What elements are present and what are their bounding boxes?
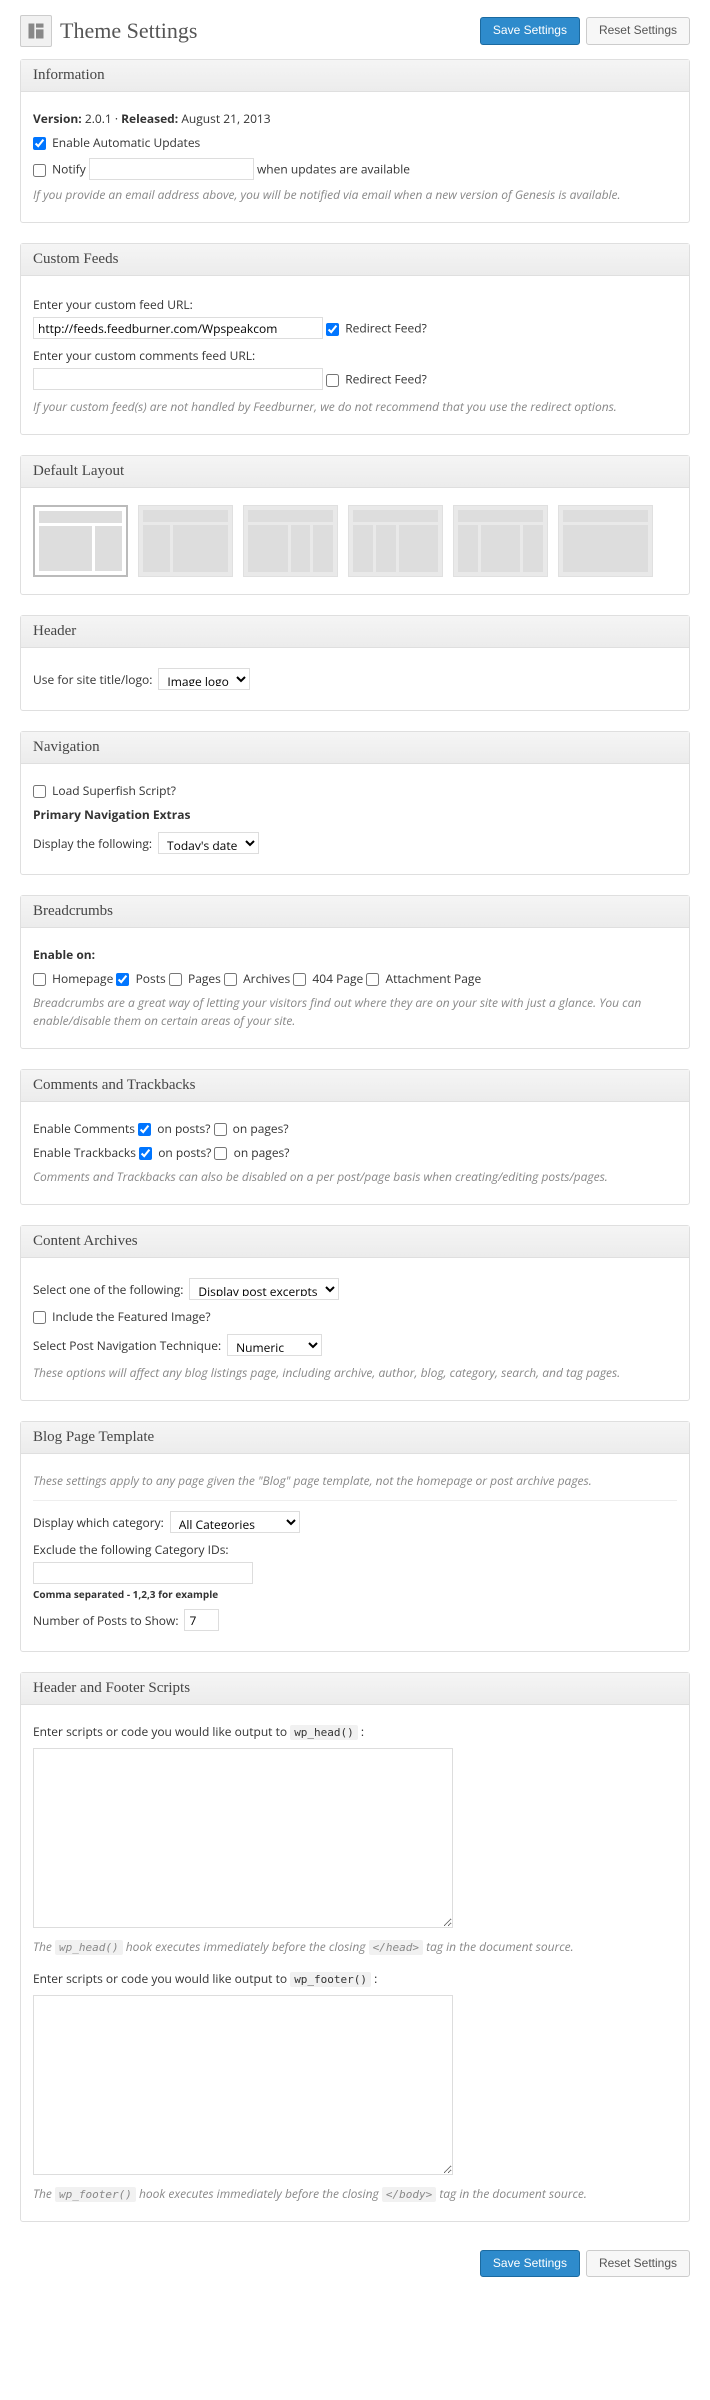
box-title: Custom Feeds <box>21 244 689 276</box>
reset-button[interactable]: Reset Settings <box>586 17 690 44</box>
wp-head-label: Enter scripts or code you would like out… <box>33 1723 677 1742</box>
trackbacks-pages-checkbox[interactable] <box>214 1147 227 1160</box>
bc-posts-checkbox[interactable] <box>116 973 129 986</box>
header-box: Header Use for site title/logo: Image lo… <box>20 615 690 711</box>
archives-display-select[interactable]: Display post excerpts <box>189 1278 339 1300</box>
wp-footer-description: The wp_footer() hook executes immediatel… <box>33 2185 677 2204</box>
navigation-box: Navigation Load Superfish Script? Primar… <box>20 731 690 875</box>
comments-pages-checkbox[interactable] <box>214 1123 227 1136</box>
box-title: Header <box>21 616 689 648</box>
box-title: Content Archives <box>21 1226 689 1258</box>
redirect-feed-checkbox[interactable] <box>326 323 339 336</box>
enable-comments-label: Enable Comments <box>33 1120 135 1137</box>
save-button-bottom[interactable]: Save Settings <box>480 2250 580 2277</box>
layout-full-width[interactable] <box>558 505 653 577</box>
bc-404-checkbox[interactable] <box>293 973 306 986</box>
bc-attachment-checkbox[interactable] <box>366 973 379 986</box>
bc-pages-checkbox[interactable] <box>169 973 182 986</box>
enable-on-label: Enable on: <box>33 946 95 963</box>
blog-description: These settings apply to any page given t… <box>33 1472 677 1490</box>
version-line: Version: 2.0.1 · Released: August 21, 20… <box>33 110 677 128</box>
custom-feeds-box: Custom Feeds Enter your custom feed URL:… <box>20 243 690 435</box>
box-title: Information <box>21 60 689 92</box>
exclude-ids-label: Exclude the following Category IDs: <box>33 1541 677 1558</box>
box-title: Navigation <box>21 732 689 764</box>
superfish-label: Load Superfish Script? <box>52 782 176 799</box>
redirect-feed-label: Redirect Feed? <box>345 320 427 337</box>
wp-head-textarea[interactable] <box>33 1748 453 1928</box>
wp-head-description: The wp_head() hook executes immediately … <box>33 1938 677 1957</box>
info-description: If you provide an email address above, y… <box>33 186 677 204</box>
bc-archives-checkbox[interactable] <box>224 973 237 986</box>
posts-show-label: Number of Posts to Show: <box>33 1612 178 1629</box>
comments-feed-label: Enter your custom comments feed URL: <box>33 347 677 364</box>
redirect-comments-label: Redirect Feed? <box>345 371 427 388</box>
superfish-checkbox[interactable] <box>33 785 46 798</box>
comments-feed-input[interactable] <box>33 368 323 390</box>
trackbacks-posts-checkbox[interactable] <box>139 1147 152 1160</box>
default-layout-box: Default Layout <box>20 455 690 595</box>
box-title: Blog Page Template <box>21 1422 689 1454</box>
wp-footer-textarea[interactable] <box>33 1995 453 2175</box>
save-button[interactable]: Save Settings <box>480 17 580 44</box>
page-title: Theme Settings <box>60 18 480 44</box>
redirect-comments-checkbox[interactable] <box>326 374 339 387</box>
enable-updates-label: Enable Automatic Updates <box>52 134 200 151</box>
information-box: Information Version: 2.0.1 · Released: A… <box>20 59 690 223</box>
posts-show-input[interactable] <box>184 1609 219 1631</box>
header-logo-label: Use for site title/logo: <box>33 671 152 688</box>
exclude-hint: Comma separated - 1,2,3 for example <box>33 1587 677 1601</box>
feed-url-label: Enter your custom feed URL: <box>33 296 677 313</box>
featured-image-label: Include the Featured Image? <box>52 1308 210 1325</box>
scripts-box: Header and Footer Scripts Enter scripts … <box>20 1672 690 2222</box>
nav-technique-label: Select Post Navigation Technique: <box>33 1337 221 1354</box>
notify-email-input[interactable] <box>89 158 254 180</box>
box-title: Header and Footer Scripts <box>21 1673 689 1705</box>
comments-trackbacks-box: Comments and Trackbacks Enable Comments … <box>20 1069 690 1205</box>
box-title: Breadcrumbs <box>21 896 689 928</box>
enable-trackbacks-label: Enable Trackbacks <box>33 1144 136 1161</box>
layout-sidebar-content-sidebar[interactable] <box>453 505 548 577</box>
wp-footer-label: Enter scripts or code you would like out… <box>33 1970 677 1989</box>
display-category-select[interactable]: All Categories <box>170 1511 300 1533</box>
display-following-select[interactable]: Today's date <box>158 832 259 854</box>
comments-posts-checkbox[interactable] <box>138 1123 151 1136</box>
notify-suffix: when updates are available <box>257 161 410 178</box>
display-following-label: Display the following: <box>33 835 152 852</box>
layout-content-sidebar[interactable] <box>33 505 128 577</box>
feeds-description: If your custom feed(s) are not handled b… <box>33 398 677 416</box>
tools-icon <box>20 15 52 47</box>
featured-image-checkbox[interactable] <box>33 1311 46 1324</box>
feed-url-input[interactable] <box>33 317 323 339</box>
breadcrumbs-description: Breadcrumbs are a great way of letting y… <box>33 994 677 1030</box>
bc-homepage-checkbox[interactable] <box>33 973 46 986</box>
layout-sidebar-sidebar-content[interactable] <box>348 505 443 577</box>
notify-label: Notify <box>52 161 86 178</box>
reset-button-bottom[interactable]: Reset Settings <box>586 2250 690 2277</box>
comments-description: Comments and Trackbacks can also be disa… <box>33 1168 677 1186</box>
box-title: Comments and Trackbacks <box>21 1070 689 1102</box>
exclude-ids-input[interactable] <box>33 1562 253 1584</box>
header-logo-select[interactable]: Image logo <box>158 668 250 690</box>
content-archives-box: Content Archives Select one of the follo… <box>20 1225 690 1401</box>
archives-select-label: Select one of the following: <box>33 1281 183 1298</box>
layout-content-sidebar-sidebar[interactable] <box>243 505 338 577</box>
blog-template-box: Blog Page Template These settings apply … <box>20 1421 690 1652</box>
notify-checkbox[interactable] <box>33 164 46 177</box>
nav-technique-select[interactable]: Numeric <box>227 1334 322 1356</box>
page-header: Theme Settings Save Settings Reset Setti… <box>20 15 690 47</box>
archives-description: These options will affect any blog listi… <box>33 1364 677 1382</box>
nav-extras-heading: Primary Navigation Extras <box>33 806 190 823</box>
display-category-label: Display which category: <box>33 1514 164 1531</box>
layout-sidebar-content[interactable] <box>138 505 233 577</box>
enable-updates-checkbox[interactable] <box>33 137 46 150</box>
box-title: Default Layout <box>21 456 689 488</box>
breadcrumbs-box: Breadcrumbs Enable on: Homepage Posts Pa… <box>20 895 690 1049</box>
